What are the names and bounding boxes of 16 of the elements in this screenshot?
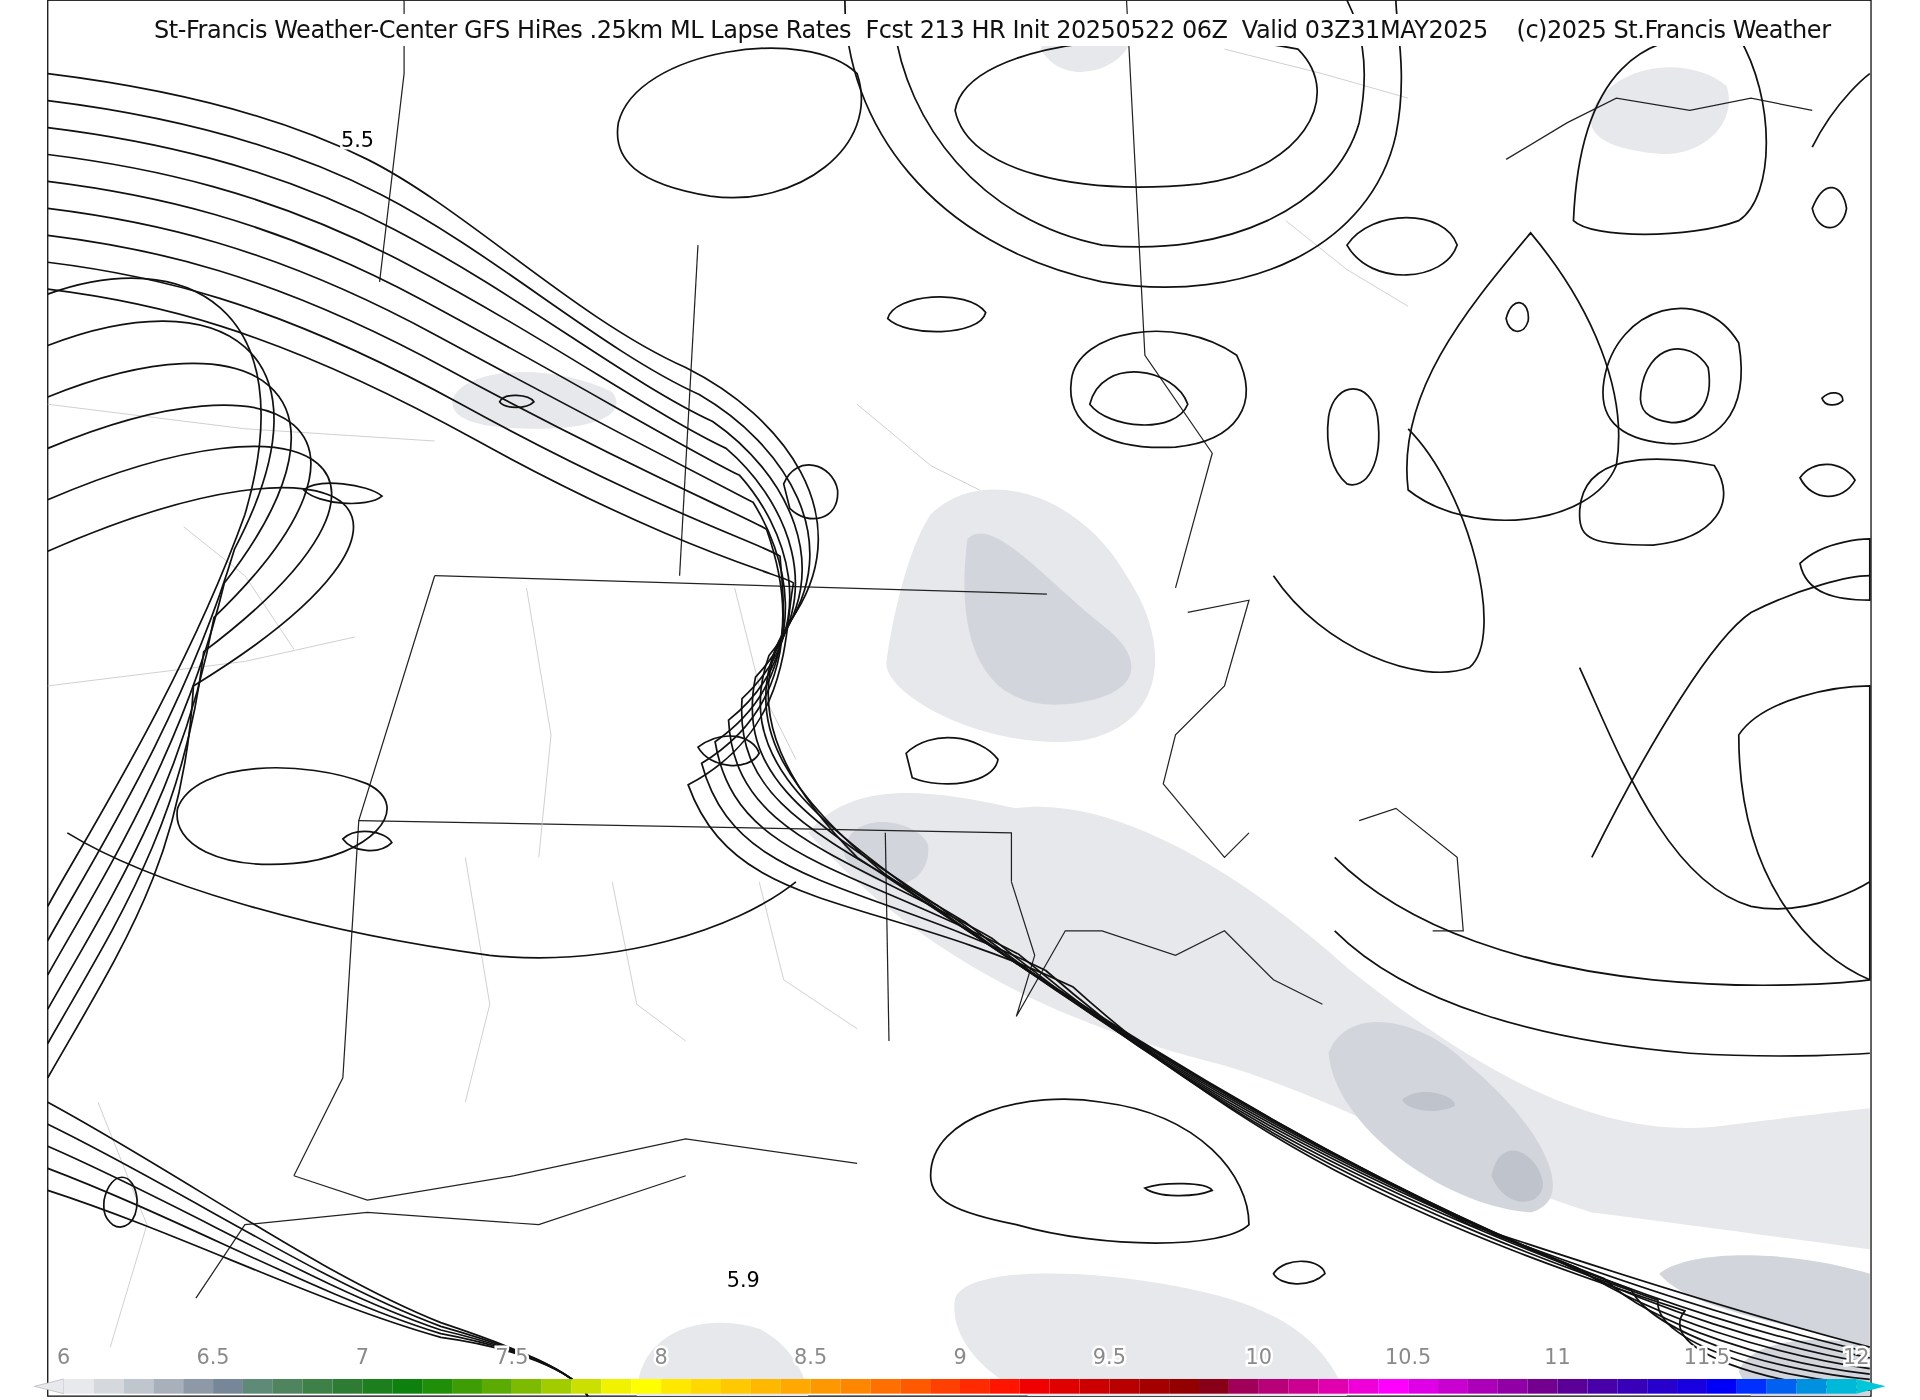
colorbar-tick-label: 6 <box>57 1345 71 1370</box>
colorbar-tick-label: 8 <box>654 1345 668 1370</box>
colorbar-tick-label: 10.5 <box>1385 1345 1432 1370</box>
colorbar-tick-label: 7.5 <box>495 1345 529 1370</box>
colorbar-tick-label: 10 <box>1245 1345 1272 1370</box>
colorbar-arrow-icon <box>34 1378 64 1394</box>
colorbar-tick-label: 11 <box>1544 1345 1571 1370</box>
colorbar-tick-label: 6.5 <box>196 1345 230 1370</box>
map-title: St-Francis Weather-Center GFS HiRes .25km ML Lapse Rates Fcst 213 HR Init 20250522 06Z Valid 03Z31MAY2025 (c)2025 St.Francis Weather <box>154 14 1831 46</box>
colorbar-tick-label: 8.5 <box>794 1345 828 1370</box>
colorbar-tick-label: 7 <box>355 1345 370 1370</box>
colorbar-tick-label: 9 <box>953 1345 967 1370</box>
colorbar-arrow-icon <box>1856 1379 1886 1394</box>
colorbar-tick-label: 9.5 <box>1092 1345 1126 1370</box>
contour-label: 5.5 <box>341 128 375 153</box>
contour-label: 5.9 <box>726 1268 760 1293</box>
